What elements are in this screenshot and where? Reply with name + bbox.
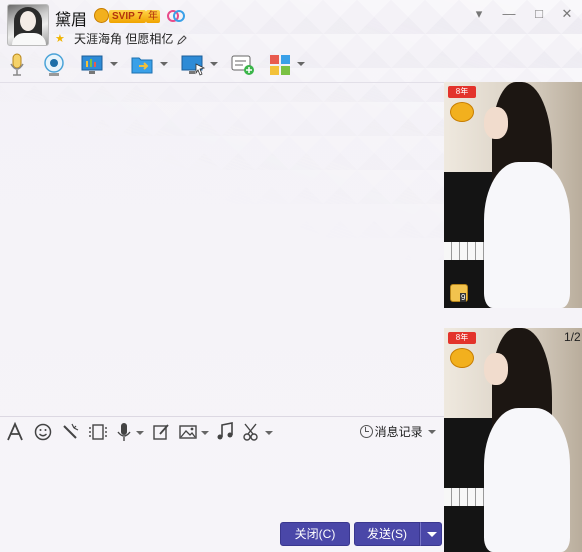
top-toolbar [0, 52, 440, 78]
send-button[interactable]: 发送(S) [354, 522, 420, 546]
pig-icon-2 [450, 348, 474, 368]
screenshot-icon[interactable] [242, 422, 262, 442]
emoji-icon[interactable] [34, 422, 52, 442]
like-count: 9 [460, 293, 467, 302]
webcam-icon[interactable] [42, 52, 66, 78]
dropdown-icon[interactable]: ▾ [470, 6, 488, 22]
remote-desktop-dropdown-icon[interactable] [210, 62, 218, 66]
history-label: 消息记录 [374, 425, 423, 439]
pen-icon[interactable] [176, 35, 187, 45]
apps-dropdown-icon[interactable] [297, 62, 305, 66]
message-history-button[interactable]: 消息记录 [359, 423, 436, 441]
nickname[interactable]: 黛眉 [55, 6, 87, 30]
file-transfer-icon[interactable] [130, 52, 154, 78]
edit-icon[interactable] [152, 422, 170, 442]
signature-text: 天涯海角 但愿相亿 [74, 32, 174, 46]
clock-icon [359, 425, 373, 438]
screen-share-dropdown-icon[interactable] [110, 62, 118, 66]
page-indicator: 1/2 [564, 330, 581, 344]
send-options-button[interactable] [420, 522, 442, 546]
pig-icon [450, 102, 474, 122]
image-dropdown-icon[interactable] [201, 431, 209, 435]
message-history[interactable] [0, 83, 444, 415]
screen-share-icon[interactable] [80, 52, 104, 78]
maximize-icon[interactable]: □ [530, 6, 548, 22]
new-chat-icon[interactable] [230, 52, 256, 78]
chat-window: 黛眉 SVIP 7 年 ★ 天涯海角 但愿相亿 ▾ — □ ✕ 消息记录 关闭(… [0, 0, 582, 552]
anniversary-badge: 8年 [448, 86, 476, 98]
voice-dropdown-icon[interactable] [136, 431, 144, 435]
close-icon[interactable]: ✕ [558, 6, 576, 22]
minimize-icon[interactable]: — [500, 6, 518, 22]
close-button[interactable]: 关闭(C) [280, 522, 350, 546]
year-badge[interactable]: 年 [146, 10, 160, 23]
font-icon[interactable] [6, 422, 24, 442]
image-icon[interactable] [178, 422, 198, 442]
vip-icon[interactable] [94, 8, 109, 23]
friend-show-photo[interactable]: 8年 [444, 82, 582, 308]
apps-icon[interactable] [268, 52, 292, 78]
music-icon[interactable] [216, 422, 234, 442]
microphone-icon[interactable] [8, 52, 26, 78]
message-input[interactable] [0, 446, 444, 518]
signature[interactable]: 天涯海角 但愿相亿 [74, 30, 187, 47]
gif-icon[interactable] [88, 422, 108, 442]
screenshot-dropdown-icon[interactable] [265, 431, 273, 435]
history-dropdown-icon[interactable] [428, 430, 436, 434]
friend-show-photo-2[interactable]: 8年 [444, 328, 582, 552]
remote-desktop-icon[interactable] [180, 52, 206, 78]
avatar[interactable] [7, 4, 49, 46]
shake-icon[interactable] [62, 422, 80, 442]
anniversary-badge-2: 8年 [448, 332, 476, 344]
vip-badge[interactable]: SVIP 7 [109, 10, 146, 23]
star-icon: ★ [55, 33, 65, 45]
input-toolbar: 消息记录 [0, 416, 444, 446]
voice-icon[interactable] [116, 422, 132, 442]
qq-link-icon[interactable] [166, 9, 186, 23]
file-transfer-dropdown-icon[interactable] [160, 62, 168, 66]
